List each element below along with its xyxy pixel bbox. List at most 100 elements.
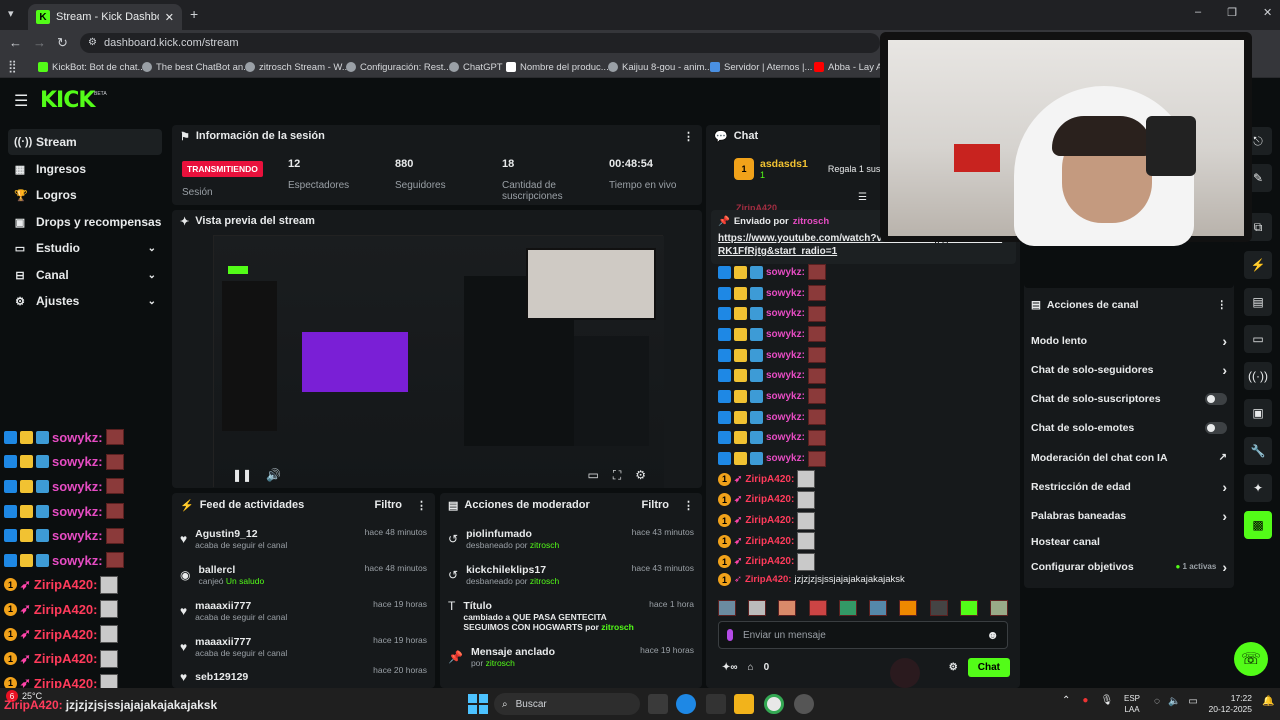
bookmark-item[interactable]: ChatGPT [449,58,503,76]
site-info-icon[interactable]: ⚙ [88,37,97,48]
rail-chat-icon[interactable]: ▭ [1244,325,1272,353]
rail-points-icon[interactable]: ✦ [1244,474,1272,502]
tray-status[interactable]: ◌ 🔈 ▭ [1154,696,1198,707]
chat-username[interactable]: ZiripA420: [745,536,794,547]
clock[interactable]: 17:22 20-12-2025 [1206,693,1252,715]
apps-icon[interactable]: ⣿ [8,59,17,73]
chat-username[interactable]: ZiripA420: [745,474,794,485]
chat-username[interactable]: sowykz: [766,453,805,464]
chat-username[interactable]: sowykz: [766,391,805,402]
kebab-menu-icon[interactable]: ⋮ [1217,299,1228,311]
maximize-icon[interactable]: ❐ [1227,6,1237,19]
chat-username[interactable]: ZiripA420: [745,494,794,505]
infinite-points-icon[interactable]: ✦∞ [722,662,738,673]
chat-username[interactable]: ZiripA420: [745,515,794,526]
chat-username[interactable]: sowykz: [766,350,805,361]
action-banned-words[interactable]: Palabras baneadas › [1031,501,1227,530]
subs-only-toggle[interactable] [1205,392,1227,405]
close-window-icon[interactable]: ✕ [1263,6,1272,19]
emote-icon[interactable] [718,600,736,616]
chat-username[interactable]: ZiripA420: [745,574,791,585]
mod-target[interactable]: kickchileklips17 [466,564,624,576]
tray-app-icon[interactable]: ● [1082,695,1088,706]
feed-user[interactable]: Agustin9_12 [195,528,357,540]
action-followers-only[interactable]: Chat de solo-seguidores › [1031,355,1227,384]
url-field[interactable]: dashboard.kick.com/stream [80,33,880,53]
collapse-icon[interactable]: ☰ [858,192,867,203]
bookmark-item[interactable]: Nombre del produc... [506,58,609,76]
emote-icon[interactable] [959,600,978,616]
start-button[interactable] [468,694,488,714]
stream-preview-video[interactable]: ❚❚ 🔊 ▭ ⛶ ⚙ [213,235,664,488]
sidebar-item-stream[interactable]: ((·)) Stream [8,129,162,155]
store-icon[interactable]: ⌂ [748,662,754,673]
mod-by[interactable]: zitrosch [530,576,559,586]
mic-tray-icon[interactable]: 🎙 [1100,695,1113,706]
notifications-icon[interactable]: 🔔 [1262,696,1274,707]
rail-app-icon[interactable]: ▩ [1244,511,1272,539]
browser-tab[interactable]: K Stream - Kick Dashboard ✕ [28,4,182,30]
chat-username[interactable]: sowykz: [766,308,805,319]
bookmark-item[interactable]: The best ChatBot an... [142,58,251,76]
emoji-icon[interactable]: ☻ [986,628,999,642]
sidebar-item-ingresos[interactable]: ▦ Ingresos [8,156,162,182]
reload-icon[interactable]: ↻ [57,35,68,51]
sidebar-item-logros[interactable]: 🏆 Logros [8,182,162,208]
bookmark-item[interactable]: Configuración: Rest... [346,58,451,76]
rail-layout-icon[interactable]: ▣ [1244,399,1272,427]
mod-filter-button[interactable]: Filtro [642,499,670,511]
tab-search-icon[interactable]: ▾ [8,7,14,20]
bookmark-item[interactable]: Servidor | Aternos |... [710,58,812,76]
kebab-menu-icon[interactable]: ⋮ [416,499,427,512]
action-slow-mode[interactable]: Modo lento › [1031,326,1227,355]
language-indicator[interactable]: ESP LAA [1124,693,1140,715]
bookmark-item[interactable]: KickBot: Bot de chat... [38,58,145,76]
emote-icon[interactable] [869,600,888,616]
chat-username[interactable]: sowykz: [766,329,805,340]
chat-input[interactable]: Enviar un mensaje ☻ [718,621,1008,649]
feed-user[interactable]: ballercl [198,564,356,576]
taskbar-search[interactable]: ⌕ Buscar [494,693,640,715]
feed-filter-button[interactable]: Filtro [375,499,403,511]
action-goals[interactable]: Configurar objetivos ● 1 activas › [1031,552,1227,581]
minimize-icon[interactable]: – [1195,6,1201,19]
pip-icon[interactable]: ▭ [587,468,598,482]
chat-username[interactable]: sowykz: [766,267,805,278]
chat-username[interactable]: sowykz: [766,412,805,423]
chevron-up-icon[interactable]: ⌃ [1062,695,1070,706]
gifter-name[interactable]: asdasds1 [760,158,808,170]
emote-icon[interactable] [899,600,918,616]
mod-by[interactable]: zitrosch [530,540,559,550]
feed-user[interactable]: seb129129 [195,671,365,683]
emote-icon[interactable] [748,600,767,616]
bookmark-item[interactable]: Kaijuu 8-gou - anim... [608,58,712,76]
forward-icon[interactable]: → [33,35,46,50]
epic-games-icon[interactable] [706,694,726,714]
bookmark-item[interactable]: Abba - Lay All [814,58,887,76]
kebab-menu-icon[interactable]: ⋮ [683,499,694,512]
rail-wrench-icon[interactable]: 🔧 [1244,437,1272,465]
settings-icon[interactable]: ⚙ [635,468,646,482]
kick-logo[interactable]: KICK [40,88,95,113]
chat-username[interactable]: sowykz: [766,288,805,299]
sidebar-item-ajustes[interactable]: ⚙ Ajustes ⌄ [8,288,162,314]
chat-settings-icon[interactable]: ⚙ [949,662,958,673]
emote-icon[interactable] [808,600,827,616]
mod-target[interactable]: piolinfumado [466,528,624,540]
pause-icon[interactable]: ❚❚ [232,468,252,482]
feed-user[interactable]: maaaxii777 [195,636,365,648]
rail-broadcast-icon[interactable]: ((·)) [1244,362,1272,390]
chrome-icon[interactable] [764,694,784,714]
chat-username[interactable]: sowykz: [766,370,805,381]
support-button[interactable]: ☏ [1234,642,1268,676]
sidebar-item-canal[interactable]: ⊟ Canal ⌄ [8,262,162,288]
file-explorer-icon[interactable] [734,694,754,714]
rail-doc-icon[interactable]: ▤ [1244,288,1272,316]
emotes-only-toggle[interactable] [1205,421,1227,434]
menu-icon[interactable]: ☰ [14,91,28,111]
feed-user[interactable]: maaaxii777 [195,600,365,612]
pinned-by-user[interactable]: zitrosch [793,216,829,227]
chat-send-button[interactable]: Chat [967,657,1010,677]
chat-username[interactable]: sowykz: [766,432,805,443]
fullscreen-icon[interactable]: ⛶ [613,468,621,483]
